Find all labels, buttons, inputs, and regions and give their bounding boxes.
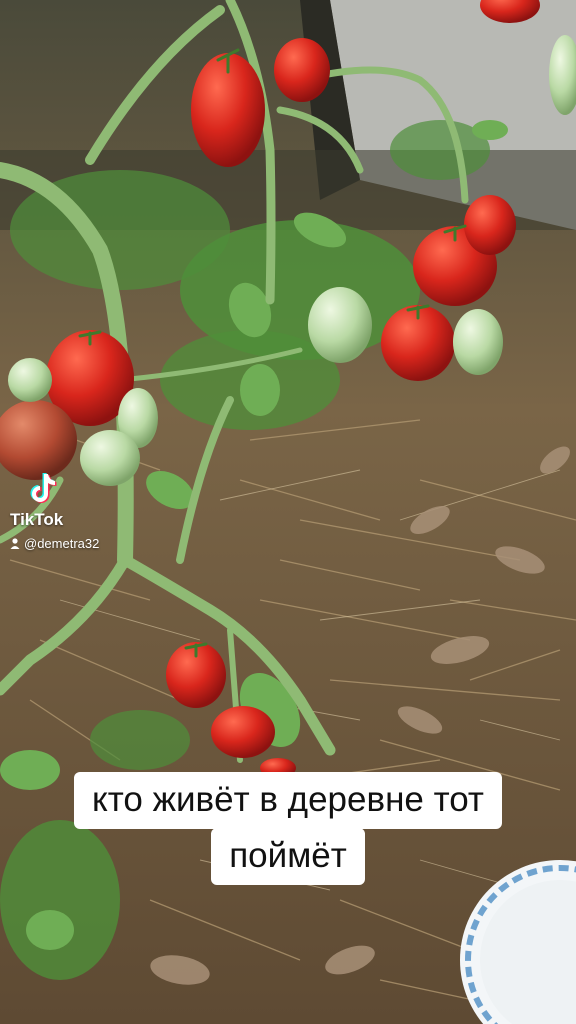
- caption-line-1: кто живёт в деревне тот: [74, 772, 502, 829]
- video-caption: кто живёт в деревне тот поймёт: [0, 772, 576, 885]
- tiktok-wordmark: TikTok: [10, 510, 64, 529]
- tiktok-logo-icon: [30, 473, 57, 503]
- watermark-username: @demetra32: [24, 536, 100, 551]
- tiktok-watermark: TikTok @demetra32: [10, 468, 99, 551]
- person-icon: [10, 538, 20, 549]
- caption-line-2: поймёт: [211, 827, 365, 885]
- watermark-username-row: @demetra32: [10, 536, 99, 551]
